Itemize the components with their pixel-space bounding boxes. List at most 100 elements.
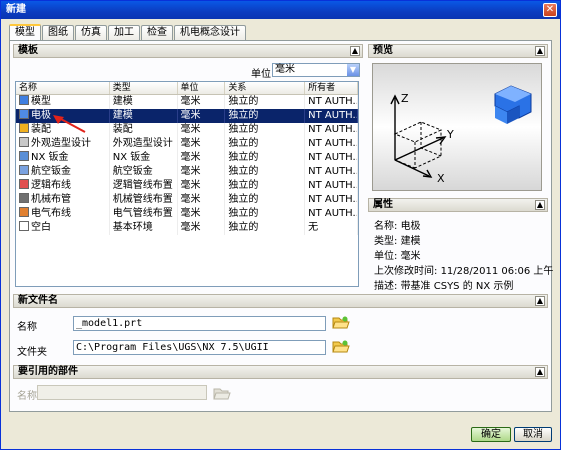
svg-text:Z: Z	[401, 92, 409, 105]
preview-image: Z X Y	[372, 63, 542, 191]
column-header-owner[interactable]: 所有者	[305, 82, 358, 94]
close-button[interactable]: ✕	[543, 3, 557, 17]
collapse-icon[interactable]: ▲	[535, 46, 545, 56]
table-cell-relation: 独立的	[225, 193, 306, 207]
property-unit: 单位: 毫米	[374, 251, 421, 262]
folder-label: 文件夹	[17, 347, 47, 358]
table-cell-type: 电气管线布置	[110, 207, 178, 221]
table-cell-owner: NT AUTH...	[305, 179, 358, 193]
table-cell-owner: NT AUTH...	[305, 95, 358, 109]
blank-icon	[19, 221, 29, 231]
templates-table: 名称 类型 单位 关系 所有者 模型 建模 毫米 独立的 NT AUTH... 电极 建模毫…	[15, 81, 359, 287]
table-cell-type: 航空钣金	[110, 165, 178, 179]
table-cell-owner: NT AUTH...	[305, 137, 358, 151]
units-dropdown[interactable]: 毫米 ▼	[272, 63, 360, 77]
sheet-metal-icon	[19, 151, 29, 161]
new-filename-header-label: 新文件名	[18, 295, 58, 306]
browse-folder-icon[interactable]	[332, 338, 350, 354]
svg-text:Y: Y	[446, 128, 454, 141]
table-cell-name: 外观造型设计	[16, 137, 110, 151]
table-cell-unit: 毫米	[178, 165, 226, 179]
tab-manufacturing[interactable]: 加工	[108, 25, 140, 41]
property-description: 描述: 带基准 CSYS 的 NX 示例	[374, 281, 514, 292]
templates-section-header[interactable]: 模板 ▲	[13, 44, 363, 58]
table-row[interactable]: 机械布管 机械管线布置 毫米 独立的 NT AUTH...	[16, 193, 358, 207]
table-cell-type: 建模	[110, 109, 178, 123]
folder-input[interactable]: C:\Program Files\UGS\NX 7.5\UGII	[73, 340, 326, 355]
browse-folder-disabled-icon	[213, 388, 231, 400]
table-cell-type: 基本环境	[110, 221, 178, 235]
assembly-icon	[19, 123, 29, 133]
table-row[interactable]: 模型 建模 毫米 独立的 NT AUTH...	[16, 95, 358, 109]
table-row[interactable]: 电气布线 电气管线布置 毫米 独立的 NT AUTH...	[16, 207, 358, 221]
dialog-title: 新建	[6, 4, 26, 15]
table-cell-unit: 毫米	[178, 95, 226, 109]
new-filename-section-header[interactable]: 新文件名 ▲	[13, 294, 548, 308]
properties-section-header[interactable]: 属性 ▲	[368, 198, 548, 212]
table-cell-relation: 独立的	[225, 109, 306, 123]
table-cell-type: NX 钣金	[110, 151, 178, 165]
column-header-name[interactable]: 名称	[16, 82, 110, 94]
table-row[interactable]: 空白 基本环境 毫米 独立的无	[16, 221, 358, 235]
table-row[interactable]: NX 钣金 NX 钣金 毫米 独立的 NT AUTH...	[16, 151, 358, 165]
collapse-icon[interactable]: ▲	[535, 200, 545, 210]
column-header-type[interactable]: 类型	[110, 82, 178, 94]
ok-button[interactable]: 确定	[471, 427, 511, 442]
collapse-icon[interactable]: ▲	[350, 46, 360, 56]
table-cell-relation: 独立的	[225, 165, 306, 179]
cancel-button[interactable]: 取消	[514, 427, 552, 442]
table-cell-unit: 毫米	[178, 179, 226, 193]
properties-header-label: 属性	[373, 199, 393, 210]
browse-folder-icon[interactable]	[332, 314, 350, 330]
tab-bar: 模型 图纸 仿真 加工 检查 机电概念设计	[9, 24, 247, 41]
table-cell-relation: 独立的	[225, 221, 306, 235]
electrical-routing-icon	[19, 207, 29, 217]
column-header-relation[interactable]: 关系	[225, 82, 306, 94]
tab-model[interactable]: 模型	[9, 24, 41, 41]
title-bar[interactable]: 新建 ✕	[1, 1, 560, 19]
shape-studio-icon	[19, 137, 29, 147]
electrode-icon	[19, 109, 29, 119]
property-type: 类型: 建模	[374, 236, 421, 247]
table-cell-owner: NT AUTH...	[305, 165, 358, 179]
table-cell-type: 机械管线布置	[110, 193, 178, 207]
model-3d-icon	[494, 85, 532, 124]
table-cell-unit: 毫米	[178, 109, 226, 123]
table-cell-type: 逻辑管线布置	[110, 179, 178, 193]
table-cell-owner: NT AUTH...	[305, 123, 358, 137]
table-cell-name: 航空钣金	[16, 165, 110, 179]
tab-mechatronics-concept[interactable]: 机电概念设计	[174, 25, 246, 41]
table-cell-unit: 毫米	[178, 207, 226, 221]
table-row[interactable]: 外观造型设计 外观造型设计 毫米 独立的 NT AUTH...	[16, 137, 358, 151]
referenced-part-section-header[interactable]: 要引用的部件 ▲	[13, 365, 548, 379]
tab-inspection[interactable]: 检查	[141, 25, 173, 41]
property-last-modified: 上次修改时间: 11/28/2011 06:06 上午	[374, 266, 554, 277]
tab-simulation[interactable]: 仿真	[75, 25, 107, 41]
filename-label: 名称	[17, 322, 37, 333]
table-cell-name: 逻辑布线	[16, 179, 110, 193]
templates-header-label: 模板	[18, 45, 38, 56]
referenced-name-input	[37, 385, 207, 400]
table-cell-relation: 独立的	[225, 207, 306, 221]
filename-input[interactable]: _model1.prt	[73, 316, 326, 331]
svg-text:X: X	[437, 172, 445, 185]
wireframe-csys-preview: Z X Y	[390, 85, 532, 185]
property-name: 名称: 电极	[374, 221, 421, 232]
aero-sheet-metal-icon	[19, 165, 29, 175]
units-label: 单位	[251, 69, 271, 80]
table-cell-owner: NT AUTH...	[305, 193, 358, 207]
table-row[interactable]: 航空钣金 航空钣金 毫米 独立的 NT AUTH...	[16, 165, 358, 179]
table-cell-relation: 独立的	[225, 151, 306, 165]
collapse-icon[interactable]: ▲	[535, 367, 545, 377]
referenced-name-label: 名称	[17, 391, 37, 402]
table-cell-name: 空白	[16, 221, 110, 235]
collapse-icon[interactable]: ▲	[535, 296, 545, 306]
table-cell-owner: NT AUTH...	[305, 151, 358, 165]
table-cell-name: NX 钣金	[16, 151, 110, 165]
tab-drawing[interactable]: 图纸	[42, 25, 74, 41]
column-header-unit[interactable]: 单位	[178, 82, 226, 94]
chevron-down-icon[interactable]: ▼	[347, 64, 359, 76]
table-cell-type: 装配	[110, 123, 178, 137]
preview-section-header[interactable]: 预览 ▲	[368, 44, 548, 58]
table-row[interactable]: 逻辑布线 逻辑管线布置 毫米 独立的 NT AUTH...	[16, 179, 358, 193]
